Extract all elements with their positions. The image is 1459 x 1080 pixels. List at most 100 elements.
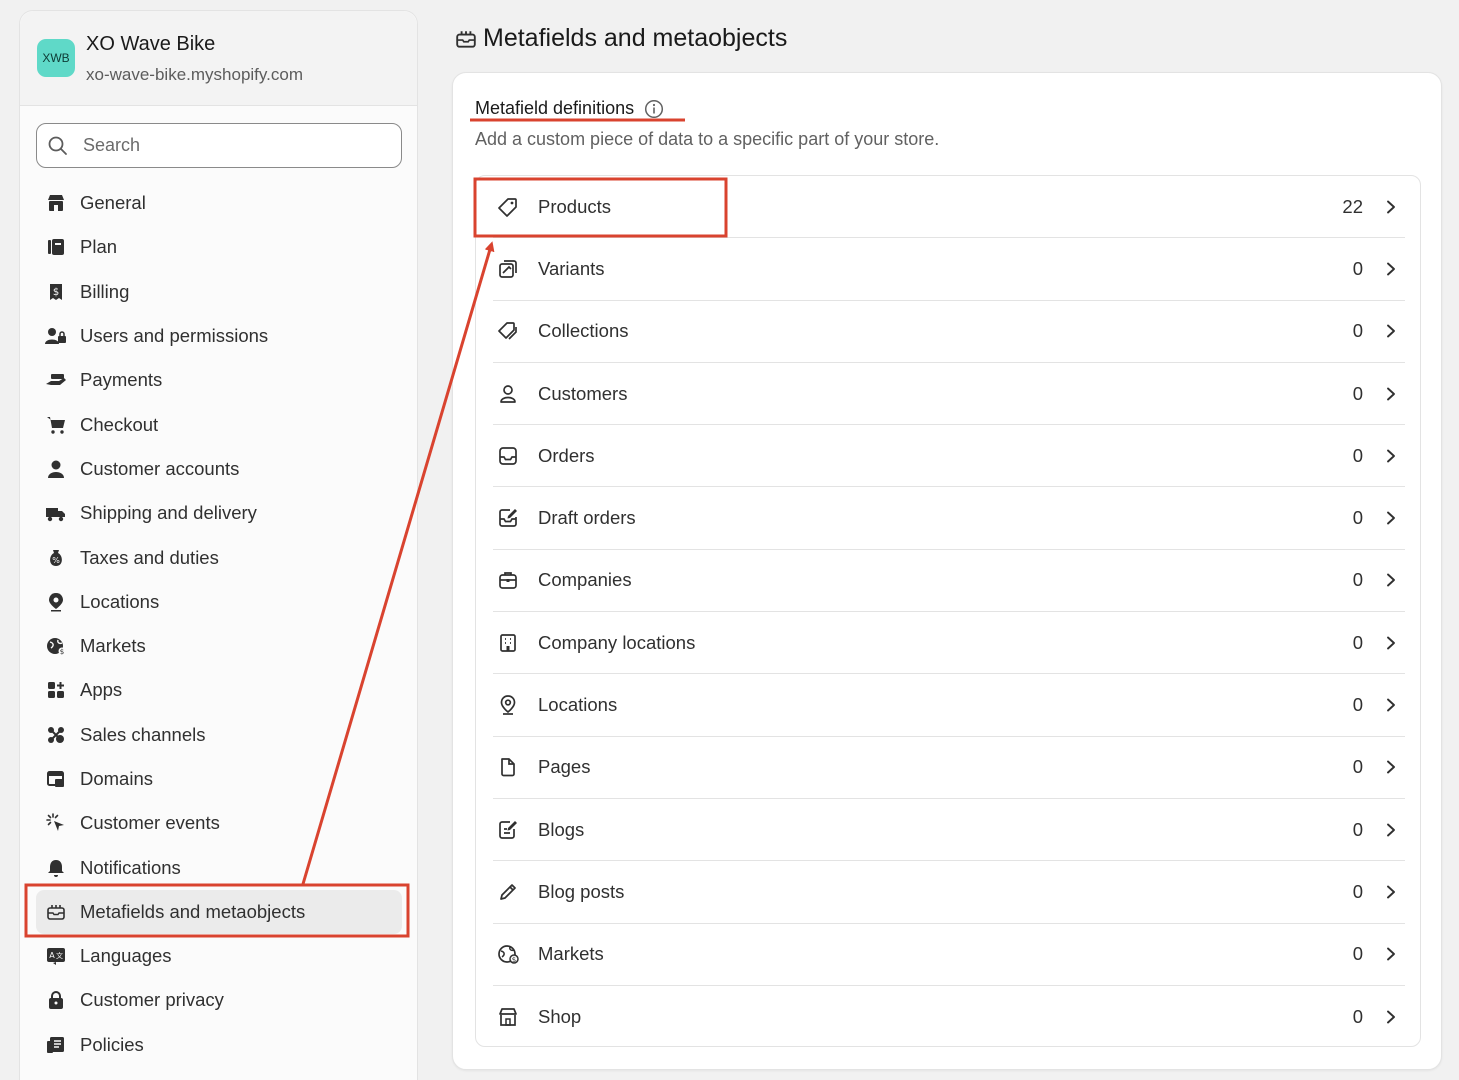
chevron-right-icon — [1383, 510, 1399, 526]
events-icon — [45, 812, 67, 834]
tax-icon: % — [45, 547, 67, 569]
store-header[interactable]: XWB XO Wave Bike xo-wave-bike.myshopify.… — [20, 11, 417, 106]
row-count: 0 — [1352, 1006, 1363, 1028]
domains-icon — [45, 768, 67, 790]
blog-icon — [496, 818, 520, 842]
apps-icon — [45, 679, 67, 701]
settings-sidebar: XWB XO Wave Bike xo-wave-bike.myshopify.… — [19, 10, 418, 1080]
nav-item-locations[interactable]: Locations — [36, 580, 402, 624]
chevron-right-icon — [1383, 884, 1399, 900]
metafields-icon — [456, 30, 476, 48]
nav-item-general[interactable]: General — [36, 181, 402, 225]
nav-label: Apps — [80, 679, 123, 701]
lock-icon — [45, 989, 67, 1011]
row-count: 0 — [1352, 818, 1363, 840]
nav-label: Domains — [80, 768, 153, 789]
page-title: Metafields and metaobjects — [455, 24, 787, 53]
row-label: Products — [538, 195, 612, 217]
resource-row-variants[interactable]: Variants 0 — [493, 238, 1405, 301]
nav-item-customer-accounts[interactable]: Customer accounts — [36, 447, 402, 491]
channels-icon — [45, 724, 67, 746]
resource-row-companies[interactable]: Companies 0 — [493, 550, 1405, 613]
resource-row-locations[interactable]: Locations 0 — [493, 674, 1405, 737]
resource-row-collections[interactable]: Collections 0 — [493, 301, 1405, 363]
row-count: 0 — [1352, 507, 1363, 529]
nav-item-domains[interactable]: Domains — [36, 757, 402, 801]
nav-label: Metafields and metaobjects — [80, 900, 306, 922]
nav-item-languages[interactable]: A文 Languages — [36, 934, 402, 978]
inbox-icon — [496, 444, 520, 468]
metafields-icon — [45, 901, 67, 923]
resource-row-markets[interactable]: $ Markets 0 — [493, 924, 1405, 986]
nav-label: Markets — [80, 635, 146, 657]
truck-icon — [45, 502, 67, 524]
resource-row-products[interactable]: Products 22 — [493, 176, 1405, 239]
nav-item-apps[interactable]: Apps — [36, 668, 402, 712]
bell-icon — [45, 857, 67, 879]
chevron-right-icon — [1383, 261, 1399, 277]
page-icon — [496, 755, 520, 779]
pencil-icon — [496, 880, 520, 904]
nav-label: Plan — [80, 236, 118, 258]
store-icon — [45, 192, 67, 214]
resource-row-draft-orders[interactable]: Draft orders 0 — [493, 488, 1405, 550]
nav-item-payments[interactable]: Payments — [36, 358, 402, 402]
chevron-right-icon — [1383, 759, 1399, 775]
row-count: 0 — [1352, 257, 1363, 279]
nav-item-policies[interactable]: Policies — [36, 1023, 402, 1067]
resource-list: Products 22 Variants 0 Collections 0 Cus… — [475, 175, 1421, 1047]
row-label: Locations — [538, 694, 618, 716]
nav-item-metafields[interactable]: Metafields and metaobjects — [36, 889, 402, 935]
nav-item-sales-channels[interactable]: Sales channels — [36, 713, 402, 757]
nav-item-customer-privacy[interactable]: Customer privacy — [36, 978, 402, 1022]
nav-item-users[interactable]: Users and permissions — [36, 314, 402, 358]
resource-row-orders[interactable]: Orders 0 — [493, 425, 1405, 488]
nav-item-customer-events[interactable]: Customer events — [36, 801, 402, 845]
card-title: Metafield definitions — [475, 98, 664, 119]
row-count: 0 — [1352, 943, 1363, 965]
resource-row-blog-posts[interactable]: Blog posts 0 — [493, 861, 1405, 924]
row-count: 0 — [1352, 756, 1363, 778]
chevron-right-icon — [1383, 199, 1399, 215]
settings-nav: General Plan $ Billing Users and permiss… — [36, 181, 402, 1067]
location-icon — [496, 693, 520, 717]
resource-row-pages[interactable]: Pages 0 — [493, 737, 1405, 799]
row-label: Customers — [538, 382, 628, 404]
nav-item-billing[interactable]: $ Billing — [36, 270, 402, 314]
resource-row-blogs[interactable]: Blogs 0 — [493, 799, 1405, 862]
collections-icon — [496, 319, 520, 343]
languages-icon: A文 — [45, 945, 67, 967]
row-label: Shop — [538, 1006, 582, 1028]
nav-item-plan[interactable]: Plan — [36, 225, 402, 269]
row-count: 0 — [1352, 631, 1363, 653]
row-count: 22 — [1342, 195, 1363, 217]
row-count: 0 — [1352, 569, 1363, 591]
nav-label: Locations — [80, 590, 160, 612]
cart-icon — [45, 414, 67, 436]
nav-label: Billing — [80, 280, 130, 302]
nav-label: Customer accounts — [80, 457, 240, 479]
users-icon — [45, 325, 67, 347]
row-label: Draft orders — [538, 507, 636, 529]
info-icon[interactable] — [644, 99, 664, 119]
nav-item-notifications[interactable]: Notifications — [36, 845, 402, 889]
nav-item-markets[interactable]: $ Markets — [36, 624, 402, 668]
svg-text:文: 文 — [56, 951, 63, 960]
plan-icon — [45, 236, 67, 258]
resource-row-company-locations[interactable]: Company locations 0 — [493, 612, 1405, 675]
search-input[interactable]: Search — [36, 123, 402, 168]
location-icon — [45, 591, 67, 613]
nav-label: Users and permissions — [80, 325, 269, 347]
resource-row-shop[interactable]: Shop 0 — [493, 986, 1405, 1048]
svg-text:$: $ — [512, 956, 516, 964]
page-title-text: Metafields and metaobjects — [483, 24, 788, 52]
nav-item-taxes[interactable]: % Taxes and duties — [36, 535, 402, 579]
row-count: 0 — [1352, 444, 1363, 466]
nav-label: Languages — [80, 945, 172, 967]
resource-row-customers[interactable]: Customers 0 — [493, 363, 1405, 426]
chevron-right-icon — [1383, 572, 1399, 588]
person-icon — [45, 458, 67, 480]
search-placeholder: Search — [83, 135, 141, 155]
nav-item-checkout[interactable]: Checkout — [36, 402, 402, 446]
nav-item-shipping[interactable]: Shipping and delivery — [36, 491, 402, 535]
